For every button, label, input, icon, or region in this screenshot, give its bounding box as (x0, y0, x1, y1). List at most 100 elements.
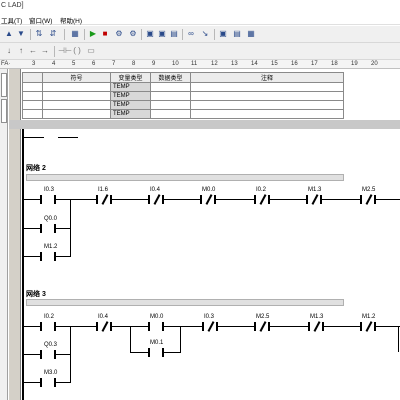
branch-wire (180, 326, 181, 353)
upload-icon[interactable]: ▲ (4, 29, 14, 39)
contact-label: M1.2 (362, 314, 376, 320)
contact-label: I0.2 (256, 187, 267, 193)
ruler-mark: 20 (371, 61, 378, 67)
contact-nc[interactable] (360, 322, 376, 331)
ruler-mark: 8 (132, 61, 136, 67)
trend-view-icon[interactable]: ▤ (232, 29, 242, 39)
compile-icon[interactable]: ⚙ (114, 29, 124, 39)
contact-no[interactable] (40, 378, 56, 387)
column-ruler: FA· 3 4 5 6 7 8 9 10 11 12 13 14 15 16 1… (0, 60, 400, 69)
contact-icon[interactable]: ⊣⊢ (58, 46, 72, 56)
variable-table: 符号 变量类型 数据类型 注释 TEMP TEMP TEMP TEMP (22, 72, 344, 119)
rung-wire (58, 137, 78, 138)
menu-help[interactable]: 帮助(H) (60, 15, 82, 25)
network-comment[interactable] (26, 174, 344, 181)
rung-wire (56, 256, 70, 257)
table-view-icon[interactable]: ▦ (246, 29, 256, 39)
side-tab[interactable] (1, 99, 7, 123)
contact-nc[interactable] (254, 322, 270, 331)
contact-label: M0.1 (150, 340, 164, 346)
branch-wire (70, 228, 71, 257)
ruler-mark: 4 (52, 61, 56, 67)
options-icon[interactable]: ▦ (70, 29, 80, 39)
ruler-mark: 17 (311, 61, 318, 67)
insert-right-line-icon[interactable]: → (40, 46, 50, 56)
rung-wire (130, 352, 148, 353)
splitter-bar[interactable] (9, 120, 400, 129)
download-icon[interactable]: ▼ (16, 29, 26, 39)
contact-label: M1.3 (308, 187, 322, 193)
var-type-cell[interactable]: TEMP (110, 100, 151, 110)
contact-no[interactable] (40, 252, 56, 261)
rung-wire (56, 382, 70, 383)
ruler-mark: 3 (32, 61, 36, 67)
run-icon[interactable]: ▶ (88, 29, 98, 39)
col-comment: 注释 (190, 72, 344, 83)
contact-nc[interactable] (306, 195, 322, 204)
contact-nc[interactable] (360, 195, 376, 204)
compile-all-icon[interactable]: ⚙ (128, 29, 138, 39)
contact-no[interactable] (40, 195, 56, 204)
var-type-cell[interactable]: TEMP (110, 109, 151, 119)
download-block-icon[interactable]: ▣ (157, 29, 167, 39)
coil-icon[interactable]: ( ) (72, 46, 82, 56)
table-row[interactable]: TEMP (22, 82, 344, 92)
menu-bar: 工具(T) 窗口(W) 帮助(H) (0, 12, 400, 25)
contact-nc[interactable] (308, 322, 324, 331)
ruler-mark: 13 (231, 61, 238, 67)
table-row[interactable]: TEMP (22, 91, 344, 101)
contact-no[interactable] (148, 322, 164, 331)
contact-label: I1.6 (98, 187, 109, 193)
ruler-mark: 10 (172, 61, 179, 67)
contact-nc[interactable] (148, 195, 164, 204)
menu-window[interactable]: 窗口(W) (29, 15, 52, 25)
network-comment[interactable] (26, 299, 344, 306)
force-icon[interactable]: ↘ (200, 29, 210, 39)
table-row[interactable]: TEMP (22, 109, 344, 119)
monitor-icon[interactable]: ∞ (186, 29, 196, 39)
insert-down-line-icon[interactable]: ↓ (4, 46, 14, 56)
contact-no[interactable] (148, 348, 164, 357)
menu-tools[interactable]: 工具(T) (1, 15, 22, 25)
block-view-icon[interactable]: ▣ (218, 29, 228, 39)
var-type-cell[interactable]: TEMP (110, 82, 151, 92)
contact-nc[interactable] (202, 322, 218, 331)
rung-wire (56, 354, 70, 355)
ruler-mark: 16 (291, 61, 298, 67)
contact-label: M3.0 (44, 370, 58, 376)
sort-desc-icon[interactable]: ⇵ (48, 29, 58, 39)
contact-no[interactable] (40, 322, 56, 331)
ruler-mark: 14 (251, 61, 258, 67)
contact-label: M0.0 (202, 187, 216, 193)
network-label: 网络 3 (26, 291, 46, 298)
upload-block-icon[interactable]: ▣ (145, 29, 155, 39)
ruler-mark: 9 (152, 61, 156, 67)
rung-wire (24, 137, 44, 138)
contact-label: M2.5 (256, 314, 270, 320)
status-chart-icon[interactable]: ▤ (169, 29, 179, 39)
rung-wire (24, 256, 40, 257)
insert-left-line-icon[interactable]: ← (28, 46, 38, 56)
contact-no[interactable] (40, 224, 56, 233)
contact-label: Q0.0 (44, 216, 58, 222)
rung-wire (164, 352, 180, 353)
contact-nc[interactable] (96, 322, 112, 331)
ruler-mark: 6 (92, 61, 96, 67)
col-var-type: 变量类型 (110, 72, 151, 83)
ruler-mark: 12 (211, 61, 218, 67)
stop-icon[interactable]: ■ (100, 29, 110, 39)
contact-no[interactable] (40, 350, 56, 359)
box-icon[interactable]: ▭ (86, 46, 96, 56)
var-type-cell[interactable]: TEMP (110, 91, 151, 101)
contact-label: I0.3 (44, 187, 55, 193)
insert-up-line-icon[interactable]: ↑ (16, 46, 26, 56)
contact-nc[interactable] (254, 195, 270, 204)
side-tab[interactable] (1, 73, 7, 97)
toolbar-ladder: ↓ ↑ ← → ⊣⊢ ( ) ▭ (0, 43, 400, 60)
contact-nc[interactable] (96, 195, 112, 204)
branch-wire (398, 326, 399, 352)
table-row[interactable]: TEMP (22, 100, 344, 110)
ruler-mark: 7 (112, 61, 116, 67)
sort-asc-icon[interactable]: ⇅ (34, 29, 44, 39)
contact-nc[interactable] (200, 195, 216, 204)
